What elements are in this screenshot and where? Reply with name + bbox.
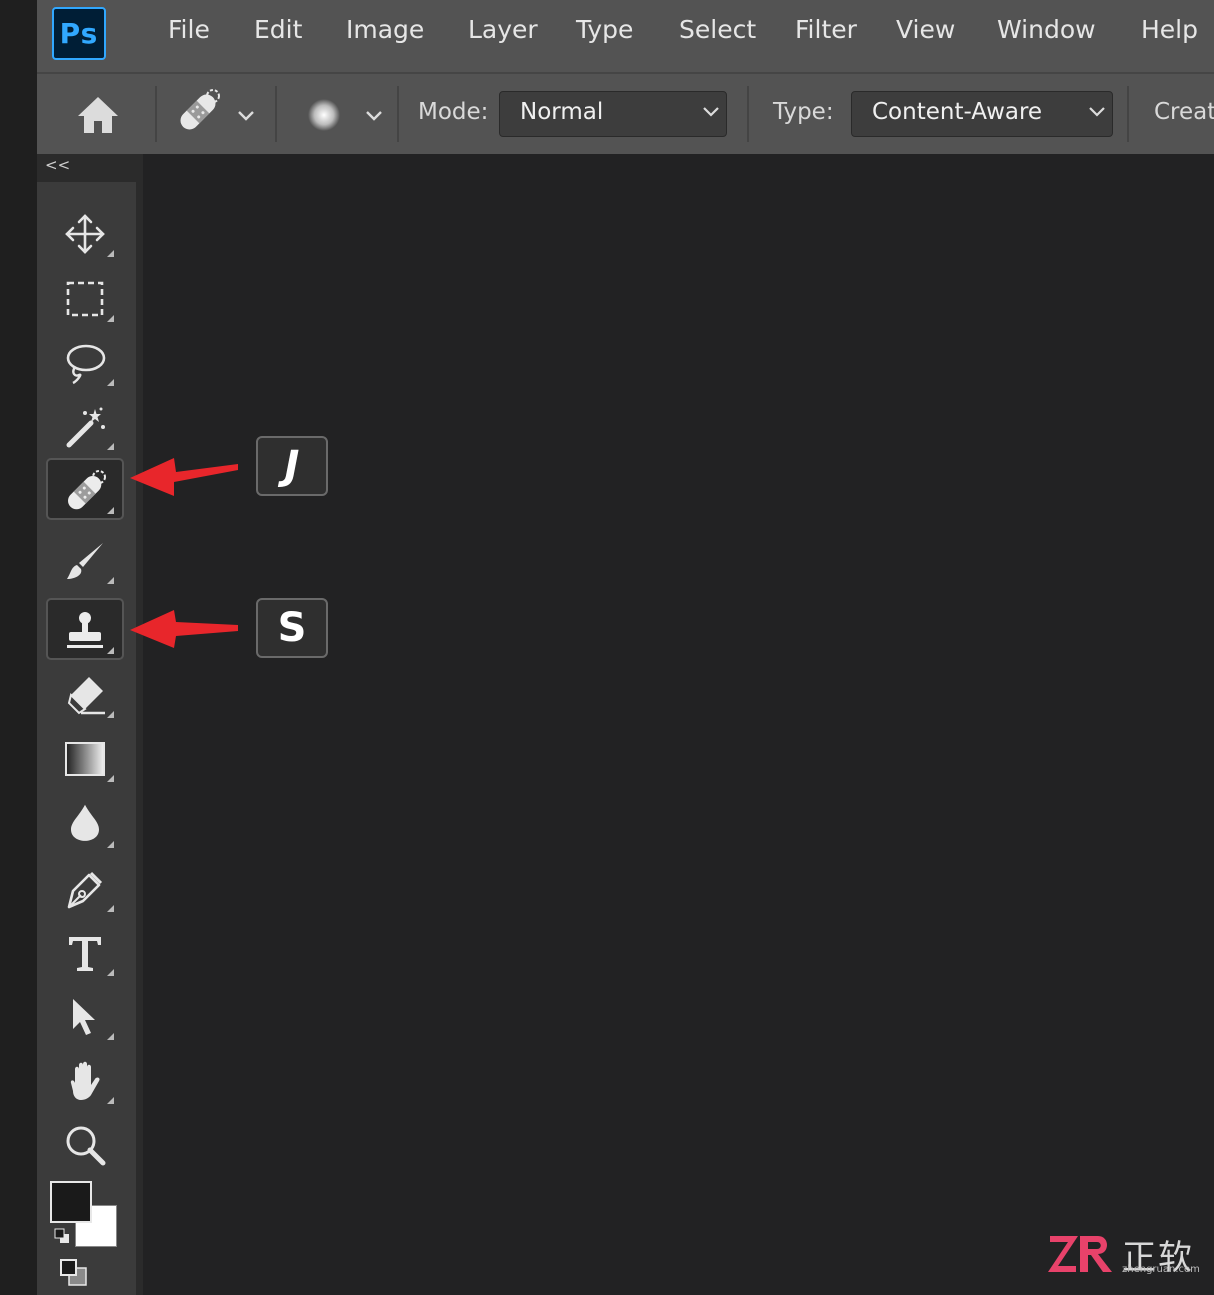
brush-icon [67, 543, 103, 579]
default-colors-icon[interactable] [54, 1228, 70, 1244]
shortcut-key-j: J [256, 436, 328, 496]
type-label: Type: [773, 99, 834, 125]
shortcut-key-s: S [256, 598, 328, 658]
toolbar-edge [136, 182, 143, 1295]
lasso-tool[interactable] [46, 330, 124, 392]
options-bar: Mode: Normal Type: Content-Aware Create [37, 72, 1214, 154]
move-tool[interactable] [46, 201, 124, 263]
toolbar-header: << [37, 154, 143, 182]
arrow-icon [73, 999, 95, 1035]
menu-layer[interactable]: Layer [468, 15, 538, 44]
menu-bar: Ps File Edit Image Layer Type Select Fil… [37, 0, 1214, 72]
pen-icon [67, 871, 103, 909]
watermark: 正软 zhengruan.com [1046, 1230, 1206, 1282]
photoshop-logo[interactable]: Ps [52, 7, 106, 60]
watermark-url: zhengruan.com [1122, 1264, 1200, 1275]
annotation-arrow-j [130, 458, 238, 496]
menu-filter[interactable]: Filter [795, 15, 857, 44]
tool-group-indicator [107, 577, 114, 584]
pen-tool[interactable] [46, 856, 124, 918]
stamp-icon [67, 612, 103, 648]
type-icon [69, 937, 101, 971]
menu-help[interactable]: Help [1141, 15, 1198, 44]
magic-wand-icon [66, 407, 105, 448]
tools-panel [37, 182, 136, 1295]
type-dropdown[interactable]: Content-Aware [851, 91, 1113, 137]
create-texture-option[interactable]: Create [1154, 99, 1214, 125]
tool-preset-bandage-icon[interactable] [173, 88, 223, 136]
tool-group-indicator [107, 775, 114, 782]
zoom-icon [66, 1126, 106, 1166]
tool-group-indicator [107, 1033, 114, 1040]
chevron-down-icon [703, 107, 719, 117]
mode-label: Mode: [418, 99, 489, 125]
chevron-down-icon [1089, 107, 1105, 117]
brush-preview-icon[interactable] [307, 98, 341, 132]
brush-tool[interactable] [46, 528, 124, 590]
menu-file[interactable]: File [168, 15, 210, 44]
rectangular-marquee-tool[interactable] [46, 266, 124, 328]
spot-healing-brush-tool[interactable] [46, 458, 124, 520]
separator [397, 86, 399, 142]
tool-group-indicator [107, 711, 114, 718]
move-icon [65, 214, 105, 254]
separator [275, 86, 277, 142]
home-icon[interactable] [75, 94, 121, 136]
tool-group-indicator [107, 1097, 114, 1104]
tool-group-indicator [107, 969, 114, 976]
gradient-tool[interactable] [46, 726, 124, 788]
eraser-tool[interactable] [46, 662, 124, 724]
separator [747, 86, 749, 142]
lasso-icon [66, 344, 106, 385]
quick-mask-icon[interactable] [59, 1258, 89, 1288]
clone-stamp-tool[interactable] [46, 598, 124, 660]
chevron-down-icon[interactable] [237, 110, 255, 122]
gradient-icon [65, 742, 105, 776]
menu-type[interactable]: Type [576, 15, 633, 44]
type-tool[interactable] [46, 920, 124, 982]
tool-group-indicator [107, 905, 114, 912]
type-value: Content-Aware [872, 99, 1043, 125]
drop-icon [71, 804, 99, 841]
eraser-icon [67, 677, 105, 715]
mode-value: Normal [520, 99, 604, 125]
path-selection-tool[interactable] [46, 984, 124, 1046]
separator [155, 86, 157, 142]
foreground-color-swatch[interactable] [50, 1181, 92, 1223]
zoom-tool[interactable] [46, 1112, 124, 1174]
hand-tool[interactable] [46, 1048, 124, 1110]
tool-group-indicator [107, 507, 114, 514]
mode-dropdown[interactable]: Normal [499, 91, 727, 137]
tool-group-indicator [107, 841, 114, 848]
left-strip [0, 0, 37, 1295]
menu-select[interactable]: Select [679, 15, 756, 44]
magic-wand-tool[interactable] [46, 394, 124, 456]
chevron-down-icon[interactable] [365, 110, 383, 122]
menu-window[interactable]: Window [997, 15, 1096, 44]
marquee-icon [66, 281, 104, 317]
tool-group-indicator [107, 250, 114, 257]
tool-group-indicator [107, 315, 114, 322]
annotation-arrow-s [130, 610, 238, 648]
separator [1127, 86, 1129, 142]
tool-group-indicator [107, 379, 114, 386]
canvas-area[interactable] [143, 154, 1214, 1295]
tool-group-indicator [107, 647, 114, 654]
menu-edit[interactable]: Edit [254, 15, 302, 44]
tool-group-indicator [107, 443, 114, 450]
hand-icon [70, 1061, 100, 1100]
collapse-toolbar-button[interactable]: << [45, 156, 70, 174]
bandage-icon [68, 470, 106, 510]
menu-view[interactable]: View [896, 15, 955, 44]
zr-logo-icon [1048, 1236, 1112, 1272]
menu-image[interactable]: Image [346, 15, 424, 44]
blur-tool[interactable] [46, 792, 124, 854]
